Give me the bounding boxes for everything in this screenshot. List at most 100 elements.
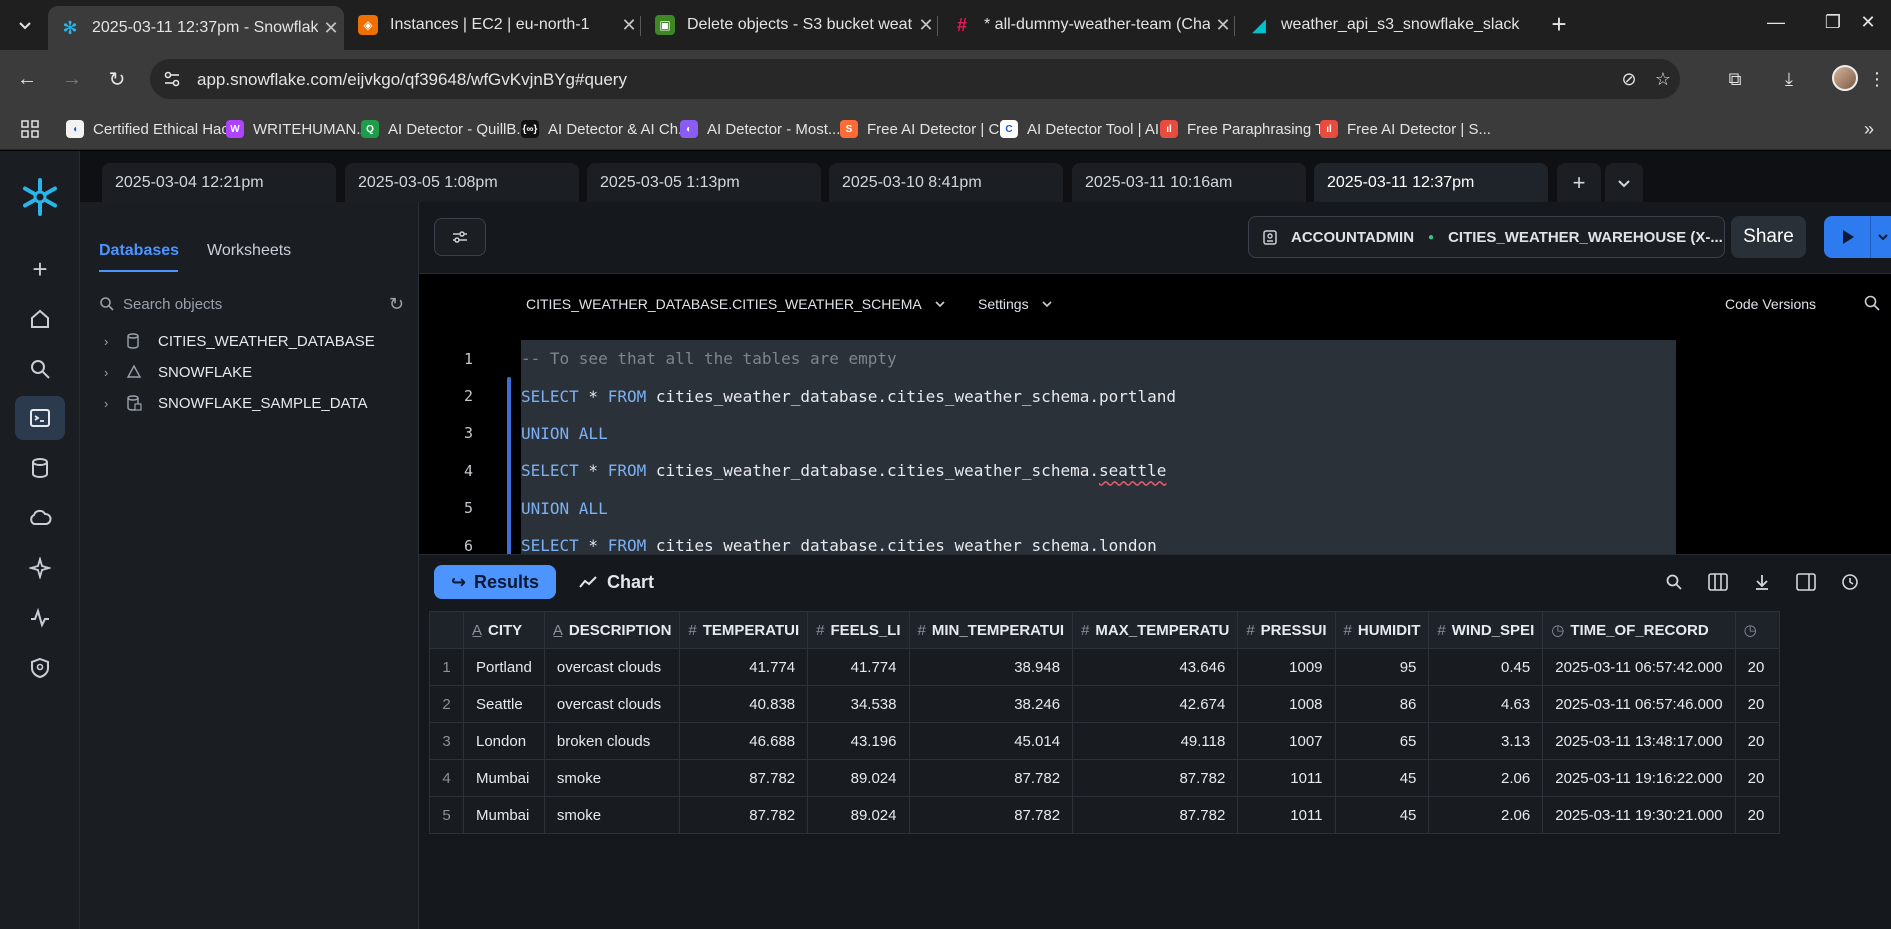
download-icon[interactable]: ⤓ [1774, 64, 1804, 94]
browser-tab-s3[interactable]: ▣ Delete objects - S3 bucket weather ✕ [643, 6, 939, 44]
bookmark-item[interactable]: W WRITEHUMAN.AI [226, 117, 375, 141]
table-cell-temp[interactable]: 87.782 [679, 796, 809, 834]
bookmark-item[interactable]: ıl Free AI Detector | S... [1320, 117, 1491, 141]
column-header[interactable]: # TEMPERATUI [679, 611, 809, 649]
worksheet-tab[interactable]: 2025-03-04 12:21pm [102, 163, 336, 202]
kebab-menu-icon[interactable]: ⋮ [1862, 64, 1891, 94]
eye-off-icon[interactable]: ⊘ [1618, 68, 1640, 90]
column-header[interactable]: # PRESSUI [1237, 611, 1336, 649]
browser-tab-slack[interactable]: # * all-dummy-weather-team (Channel) ✕ [940, 6, 1236, 44]
table-cell-wind[interactable]: 0.45 [1428, 648, 1544, 686]
settings-menu[interactable]: Settings [978, 296, 1053, 312]
table-cell-time[interactable]: 2025-03-11 06:57:42.000 [1542, 648, 1736, 686]
table-cell-pressure[interactable]: 1011 [1237, 759, 1336, 797]
table-cell-city[interactable]: London [463, 722, 545, 760]
run-button[interactable] [1824, 216, 1891, 258]
new-tab-button[interactable]: + [1543, 8, 1575, 40]
table-cell-max[interactable]: 87.782 [1072, 759, 1239, 797]
data-icon[interactable] [15, 446, 65, 490]
worksheet-tab[interactable]: 2025-03-11 10:16am [1072, 163, 1306, 202]
table-cell-humidity[interactable]: 45 [1334, 759, 1430, 797]
table-cell-feels[interactable]: 34.538 [807, 685, 910, 723]
table-cell-humidity[interactable]: 45 [1334, 796, 1430, 834]
download-icon[interactable] [1749, 569, 1775, 595]
create-plus-icon[interactable]: + [15, 247, 65, 291]
table-cell-pressure[interactable]: 1011 [1237, 796, 1336, 834]
worksheets-icon[interactable] [15, 396, 65, 440]
table-cell-min[interactable]: 38.246 [908, 685, 1074, 723]
table-cell-feels[interactable]: 43.196 [807, 722, 910, 760]
table-row[interactable]: 1 Portland overcast clouds 41.774 41.774 38.9… [429, 648, 1780, 686]
table-cell-time[interactable]: 2025-03-11 19:16:22.000 [1542, 759, 1736, 797]
close-tab-icon[interactable]: ✕ [616, 15, 642, 36]
table-cell-extra[interactable]: 20 [1734, 648, 1780, 686]
column-header[interactable]: # FEELS_LI [807, 611, 910, 649]
role-warehouse-selector[interactable]: ACCOUNTADMIN ● CITIES_WEATHER_WAREHOUSE … [1248, 216, 1725, 258]
table-cell-temp[interactable]: 41.774 [679, 648, 809, 686]
column-header[interactable]: A̲ CITY [463, 611, 545, 649]
table-cell-wind[interactable]: 2.06 [1428, 796, 1544, 834]
code-versions-button[interactable]: Code Versions [1725, 296, 1816, 312]
table-cell-min[interactable]: 45.014 [908, 722, 1074, 760]
reload-button[interactable]: ↻ [100, 62, 134, 96]
table-cell-max[interactable]: 87.782 [1072, 796, 1239, 834]
browser-tab-ec2[interactable]: ◈ Instances | EC2 | eu-north-1 ✕ [346, 6, 642, 44]
worksheet-tab[interactable]: 2025-03-10 8:41pm [829, 163, 1063, 202]
bookmark-item[interactable]: ◐ AI Detector - Most... [680, 117, 840, 141]
table-row[interactable]: 4 Mumbai smoke 87.782 89.024 87.782 87.782 1011… [429, 759, 1780, 797]
worksheet-menu-button[interactable] [1605, 163, 1643, 202]
column-header[interactable]: # MIN_TEMPERATUI [908, 611, 1074, 649]
table-cell-wind[interactable]: 4.63 [1428, 685, 1544, 723]
admin-shield-icon[interactable] [15, 646, 65, 690]
table-cell-temp[interactable]: 87.782 [679, 759, 809, 797]
worksheet-tab[interactable]: 2025-03-05 1:08pm [345, 163, 579, 202]
bookmark-star-icon[interactable]: ☆ [1652, 68, 1674, 90]
table-cell-time[interactable]: 2025-03-11 19:30:21.000 [1542, 796, 1736, 834]
column-header[interactable]: # HUMIDIT [1334, 611, 1430, 649]
table-cell-wind[interactable]: 3.13 [1428, 722, 1544, 760]
close-tab-icon[interactable]: ✕ [1210, 15, 1236, 36]
activity-icon[interactable] [15, 596, 65, 640]
table-row[interactable]: 3 London broken clouds 46.688 43.196 45.014 49… [429, 722, 1780, 760]
tree-item-database[interactable]: › CITIES_WEATHER_DATABASE [104, 330, 375, 352]
close-tab-icon[interactable]: ✕ [318, 18, 344, 39]
table-cell-pressure[interactable]: 1007 [1237, 722, 1336, 760]
chart-tab-button[interactable]: Chart [579, 565, 654, 599]
table-cell-pressure[interactable]: 1008 [1237, 685, 1336, 723]
table-cell-temp[interactable]: 46.688 [679, 722, 809, 760]
table-cell-feels[interactable]: 41.774 [807, 648, 910, 686]
table-cell-min[interactable]: 38.948 [908, 648, 1074, 686]
table-row[interactable]: 5 Mumbai smoke 87.782 89.024 87.782 87.782 1011… [429, 796, 1780, 834]
column-header[interactable]: # WIND_SPEI [1428, 611, 1544, 649]
table-cell-desc[interactable]: smoke [543, 759, 681, 797]
close-tab-icon[interactable]: ✕ [913, 15, 939, 36]
table-cell-max[interactable]: 43.646 [1072, 648, 1239, 686]
tree-item-database[interactable]: › SNOWFLAKE_SAMPLE_DATA [104, 392, 368, 414]
home-icon[interactable] [15, 297, 65, 341]
table-cell-pressure[interactable]: 1009 [1237, 648, 1336, 686]
table-cell-temp[interactable]: 40.838 [679, 685, 809, 723]
table-cell-max[interactable]: 42.674 [1072, 685, 1239, 723]
table-cell-max[interactable]: 49.118 [1072, 722, 1239, 760]
share-button[interactable]: Share [1731, 216, 1806, 258]
table-cell-extra[interactable]: 20 [1734, 722, 1780, 760]
table-cell-feels[interactable]: 89.024 [807, 759, 910, 797]
search-icon[interactable] [15, 347, 65, 391]
browser-tab-diagram[interactable]: ◢ weather_api_s3_snowflake_slack [1237, 6, 1533, 44]
apps-grid-icon[interactable] [21, 117, 39, 141]
table-row[interactable]: 2 Seattle overcast clouds 40.838 34.538 38.24… [429, 685, 1780, 723]
results-tab-button[interactable]: ↪ Results [434, 565, 556, 599]
database-schema-selector[interactable]: CITIES_WEATHER_DATABASE.CITIES_WEATHER_S… [526, 296, 946, 312]
table-cell-desc[interactable]: overcast clouds [543, 648, 681, 686]
table-cell-time[interactable]: 2025-03-11 13:48:17.000 [1542, 722, 1736, 760]
bookmark-item[interactable]: {∞} AI Detector & AI Ch... [521, 117, 691, 141]
bookmark-item[interactable]: S Free AI Detector | C... [840, 117, 1012, 141]
table-cell-city[interactable]: Seattle [463, 685, 545, 723]
table-cell-extra[interactable]: 20 [1734, 759, 1780, 797]
url-bar[interactable]: app.snowflake.com/eijvkgo/qf39648/wfGvKv… [150, 59, 1680, 99]
table-cell-desc[interactable]: smoke [543, 796, 681, 834]
bookmark-item[interactable]: C AI Detector Tool | AI... [1000, 117, 1172, 141]
table-cell-wind[interactable]: 2.06 [1428, 759, 1544, 797]
table-cell-time[interactable]: 2025-03-11 06:57:46.000 [1542, 685, 1736, 723]
close-window-button[interactable]: ✕ [1845, 0, 1891, 44]
